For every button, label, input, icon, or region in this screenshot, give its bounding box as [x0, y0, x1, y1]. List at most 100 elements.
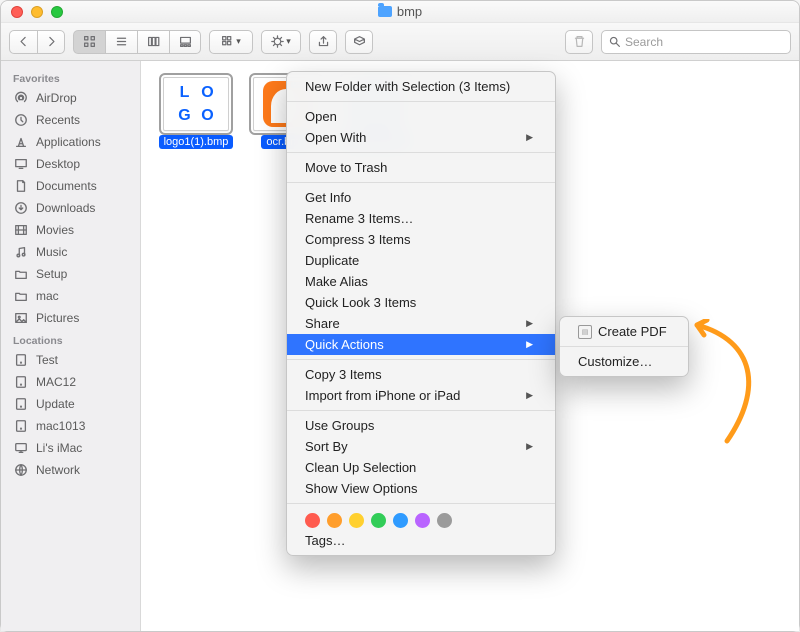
- group-by-button[interactable]: ▾: [209, 30, 253, 54]
- menu-item-copy-3-items[interactable]: Copy 3 Items: [287, 364, 555, 385]
- back-button[interactable]: [9, 30, 37, 54]
- sidebar-item-applications[interactable]: Applications: [1, 131, 140, 153]
- file-area[interactable]: LOGOlogo1(1).bmpocr.bmpPmaster.bmp New F…: [141, 61, 799, 631]
- menu-item-open-with[interactable]: Open With: [287, 127, 555, 148]
- annotation-arrow: [685, 319, 785, 449]
- sidebar-item-label: Update: [36, 397, 75, 411]
- sidebar-item-desktop[interactable]: Desktop: [1, 153, 140, 175]
- menu-item-label: Tags…: [305, 533, 345, 548]
- sidebar-item-label: AirDrop: [36, 91, 77, 105]
- tag-color-dot[interactable]: [415, 513, 430, 528]
- imac-icon: [13, 440, 29, 456]
- sidebar-item-downloads[interactable]: Downloads: [1, 197, 140, 219]
- sidebar-item-label: Applications: [36, 135, 101, 149]
- sidebar-heading-favorites: Favorites: [1, 67, 140, 87]
- sidebar-item-mac1013[interactable]: mac1013: [1, 415, 140, 437]
- menu-item-move-to-trash[interactable]: Move to Trash: [287, 157, 555, 178]
- sidebar: Favorites AirDrop Recents Applications Desk…: [1, 61, 141, 631]
- menu-item-rename-3-items[interactable]: Rename 3 Items…: [287, 208, 555, 229]
- applications-icon: [13, 134, 29, 150]
- file-item[interactable]: LOGO logo1(1).bmp: [157, 77, 235, 149]
- menu-item-sort-by[interactable]: Sort By: [287, 436, 555, 457]
- tag-color-dot[interactable]: [327, 513, 342, 528]
- menu-item-label: Get Info: [305, 190, 351, 205]
- sidebar-item-airdrop[interactable]: AirDrop: [1, 87, 140, 109]
- finder-window: bmp ▾ ▾ Search Favorites AirDropRecentsA…: [0, 0, 800, 632]
- menu-item-compress-3-items[interactable]: Compress 3 Items: [287, 229, 555, 250]
- menu-item-label: Import from iPhone or iPad: [305, 388, 460, 403]
- tag-color-dot[interactable]: [371, 513, 386, 528]
- close-window-button[interactable]: [11, 6, 23, 18]
- menu-item-clean-up-selection[interactable]: Clean Up Selection: [287, 457, 555, 478]
- sidebar-item-label: Recents: [36, 113, 80, 127]
- tag-color-dot[interactable]: [393, 513, 408, 528]
- share-button[interactable]: [309, 30, 337, 54]
- menu-item-label: New Folder with Selection (3 Items): [305, 79, 510, 94]
- tag-color-dot[interactable]: [437, 513, 452, 528]
- trash-button[interactable]: [565, 30, 593, 54]
- window-controls: [11, 6, 63, 18]
- menu-item-quick-actions[interactable]: Quick Actions: [287, 334, 555, 355]
- minimize-window-button[interactable]: [31, 6, 43, 18]
- menu-item-import-from-iphone-or-ipad[interactable]: Import from iPhone or iPad: [287, 385, 555, 406]
- menu-item-make-alias[interactable]: Make Alias: [287, 271, 555, 292]
- sidebar-item-documents[interactable]: Documents: [1, 175, 140, 197]
- sidebar-item-music[interactable]: Music: [1, 241, 140, 263]
- action-button[interactable]: ▾: [261, 30, 301, 54]
- pdf-icon: ▤: [578, 325, 592, 339]
- sidebar-item-label: mac: [36, 289, 59, 303]
- tag-color-dot[interactable]: [305, 513, 320, 528]
- search-placeholder: Search: [625, 35, 663, 49]
- sidebar-item-test[interactable]: Test: [1, 349, 140, 371]
- column-view-button[interactable]: [137, 30, 169, 54]
- menu-item-label: Share: [305, 316, 340, 331]
- folder-icon: [13, 288, 29, 304]
- sidebar-item-network[interactable]: Network: [1, 459, 140, 481]
- menu-item-open[interactable]: Open: [287, 106, 555, 127]
- tags-button[interactable]: [345, 30, 373, 54]
- file-label: logo1(1).bmp: [159, 135, 234, 149]
- gallery-view-button[interactable]: [169, 30, 201, 54]
- disk-icon: [13, 396, 29, 412]
- sidebar-item-label: Downloads: [36, 201, 95, 215]
- menu-item-tags[interactable]: Tags…: [287, 530, 555, 551]
- context-menu: New Folder with Selection (3 Items) Open O…: [286, 71, 556, 556]
- menu-item-share[interactable]: Share: [287, 313, 555, 334]
- music-icon: [13, 244, 29, 260]
- search-field[interactable]: Search: [601, 30, 791, 54]
- menu-item-create-pdf[interactable]: ▤ Create PDF: [560, 321, 688, 342]
- menu-item-new-folder-with-selection-3-items[interactable]: New Folder with Selection (3 Items): [287, 76, 555, 97]
- icon-view-button[interactable]: [73, 30, 105, 54]
- menu-item-show-view-options[interactable]: Show View Options: [287, 478, 555, 499]
- sidebar-item-recents[interactable]: Recents: [1, 109, 140, 131]
- sidebar-item-mac[interactable]: mac: [1, 285, 140, 307]
- file-thumbnail: LOGO: [163, 77, 229, 131]
- customize-label: Customize…: [578, 354, 652, 369]
- sidebar-item-li-s-imac[interactable]: Li's iMac: [1, 437, 140, 459]
- sidebar-heading-locations: Locations: [1, 329, 140, 349]
- tag-color-dot[interactable]: [349, 513, 364, 528]
- sidebar-item-update[interactable]: Update: [1, 393, 140, 415]
- sidebar-item-mac12[interactable]: MAC12: [1, 371, 140, 393]
- create-pdf-label: Create PDF: [598, 324, 667, 339]
- menu-item-label: Copy 3 Items: [305, 367, 382, 382]
- forward-button[interactable]: [37, 30, 65, 54]
- recents-icon: [13, 112, 29, 128]
- menu-item-label: Make Alias: [305, 274, 368, 289]
- menu-item-label: Open With: [305, 130, 366, 145]
- menu-item-use-groups[interactable]: Use Groups: [287, 415, 555, 436]
- menu-item-quick-look-3-items[interactable]: Quick Look 3 Items: [287, 292, 555, 313]
- sidebar-item-movies[interactable]: Movies: [1, 219, 140, 241]
- zoom-window-button[interactable]: [51, 6, 63, 18]
- sidebar-item-pictures[interactable]: Pictures: [1, 307, 140, 329]
- sidebar-item-setup[interactable]: Setup: [1, 263, 140, 285]
- menu-item-duplicate[interactable]: Duplicate: [287, 250, 555, 271]
- disk-icon: [13, 352, 29, 368]
- menu-item-label: Compress 3 Items: [305, 232, 410, 247]
- menu-item-customize[interactable]: Customize…: [560, 351, 688, 372]
- movies-icon: [13, 222, 29, 238]
- list-view-button[interactable]: [105, 30, 137, 54]
- sidebar-item-label: Desktop: [36, 157, 80, 171]
- downloads-icon: [13, 200, 29, 216]
- menu-item-get-info[interactable]: Get Info: [287, 187, 555, 208]
